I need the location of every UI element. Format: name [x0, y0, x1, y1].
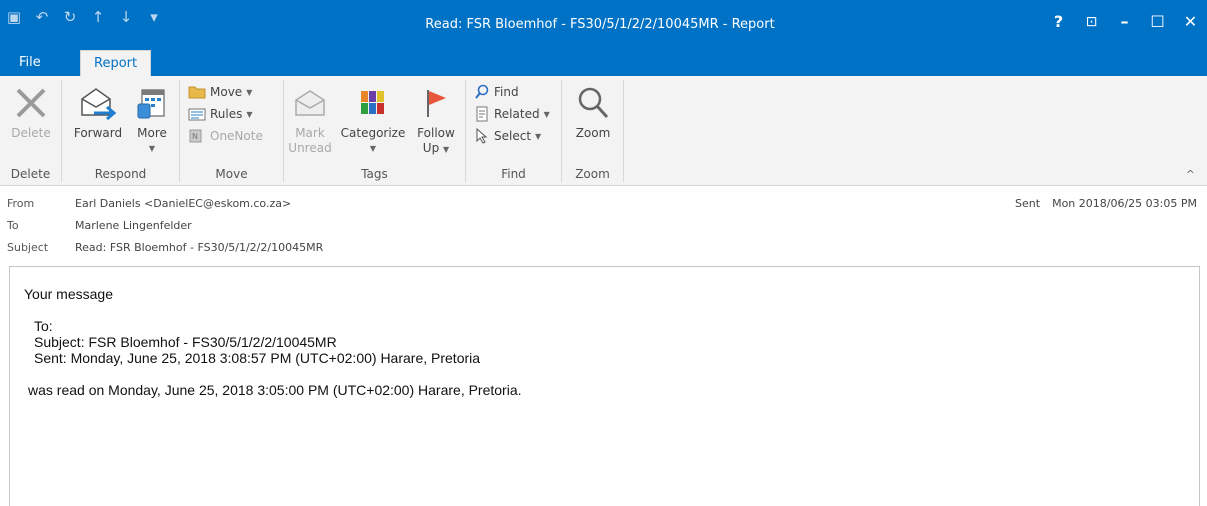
tab-file[interactable]: File [6, 50, 54, 77]
move-button[interactable]: Move ▼ [188, 82, 252, 102]
undo-icon[interactable]: ↶ [34, 9, 50, 25]
close-button[interactable]: ✕ [1174, 4, 1207, 40]
message-header: From Earl Daniels <DanielEC@eskom.co.za>… [0, 187, 1207, 263]
sent-value: Mon 2018/06/25 03:05 PM [1052, 197, 1197, 210]
find-button[interactable]: Find [474, 82, 519, 102]
rules-button[interactable]: Rules ▼ [188, 104, 253, 124]
group-label-zoom: Zoom [575, 167, 610, 181]
categorize-button[interactable]: Categorize ▼ [336, 80, 410, 156]
categorize-icon [336, 80, 410, 126]
group-label-move: Move [215, 167, 248, 181]
maximize-button[interactable]: ☐ [1141, 4, 1174, 40]
ribbon-tabs: File Report [0, 50, 1207, 77]
customize-icon[interactable]: ▾ [146, 9, 162, 25]
up-icon[interactable]: ↑ [90, 9, 106, 25]
more-respond-button[interactable]: More ▼ [130, 80, 174, 156]
save-icon[interactable]: ▣ [6, 9, 22, 25]
minimize-button[interactable]: – [1108, 4, 1141, 40]
group-label-delete: Delete [10, 167, 51, 181]
window-controls: ? ⊡ – ☐ ✕ [1042, 4, 1207, 40]
zoom-group: Zoom Zoom [562, 80, 624, 182]
more-respond-icon [130, 80, 174, 126]
onenote-icon: N [189, 129, 202, 143]
move-group: Move ▼ Rules ▼ N OneNote Move [180, 80, 284, 182]
delete-x-icon [4, 80, 58, 126]
group-label-respond: Respond [94, 167, 147, 181]
mark-unread-icon [288, 80, 332, 126]
onenote-button[interactable]: N OneNote [188, 126, 263, 146]
svg-text:N: N [192, 132, 198, 141]
quick-access-toolbar: ▣ ↶ ↻ ↑ ↓ ▾ [6, 9, 162, 25]
group-label-find: Find [501, 167, 526, 181]
related-button[interactable]: Related ▼ [474, 104, 550, 124]
rules-icon [188, 108, 206, 121]
cursor-icon [476, 128, 488, 144]
body-intro: Your message [24, 286, 113, 302]
to-label: To [7, 219, 19, 232]
forward-icon [70, 80, 126, 126]
subject-row: Subject Read: FSR Bloemhof - FS30/5/1/2/… [7, 241, 323, 254]
sent-row: Sent Mon 2018/06/25 03:05 PM [1015, 197, 1197, 210]
body-sent: Sent: Monday, June 25, 2018 3:08:57 PM (… [34, 350, 481, 366]
subject-label: Subject [7, 241, 49, 254]
move-folder-icon [188, 86, 206, 99]
from-row: From Earl Daniels <DanielEC@eskom.co.za> [7, 197, 291, 210]
forward-button[interactable]: Forward [70, 80, 126, 141]
related-document-icon [476, 106, 488, 122]
zoom-button[interactable]: Zoom [568, 80, 618, 141]
select-button[interactable]: Select ▼ [474, 126, 541, 146]
respond-group: Forward More ▼ Respond [62, 80, 180, 182]
follow-up-button[interactable]: Follow Up ▼ [412, 80, 460, 157]
ribbon-options-button[interactable]: ⊡ [1075, 4, 1108, 40]
group-label-tags: Tags [361, 167, 388, 181]
more-dropdown-caret: ▼ [148, 144, 156, 153]
redo-icon[interactable]: ↻ [62, 9, 78, 25]
subject-value: Read: FSR Bloemhof - FS30/5/1/2/2/10045M… [75, 241, 324, 254]
to-row: To Marlene Lingenfelder [7, 219, 192, 232]
body-subject: Subject: FSR Bloemhof - FS30/5/1/2/2/100… [34, 334, 337, 350]
collapse-ribbon-icon[interactable]: ^ [1186, 168, 1195, 181]
sent-label: Sent [1015, 197, 1041, 210]
window-title: Read: FSR Bloemhof - FS30/5/1/2/2/10045M… [425, 17, 775, 32]
search-icon [475, 84, 489, 99]
mark-unread-button[interactable]: Mark Unread [288, 80, 332, 156]
body-read-line: was read on Monday, June 25, 2018 3:05:0… [28, 382, 522, 398]
from-value[interactable]: Earl Daniels <DanielEC@eskom.co.za> [75, 197, 291, 210]
body-to: To: [34, 318, 53, 334]
to-value[interactable]: Marlene Lingenfelder [75, 219, 192, 232]
message-body[interactable]: Your message To: Subject: FSR Bloemhof -… [9, 266, 1200, 506]
magnifier-icon [568, 80, 618, 126]
down-icon[interactable]: ↓ [118, 9, 134, 25]
title-bar: ▣ ↶ ↻ ↑ ↓ ▾ Read: FSR Bloemhof - FS30/5/… [0, 0, 1207, 50]
flag-icon [412, 80, 460, 126]
tab-report[interactable]: Report [80, 50, 152, 77]
from-label: From [7, 197, 35, 210]
delete-button[interactable]: Delete [4, 80, 58, 141]
help-button[interactable]: ? [1042, 4, 1075, 40]
find-group: Find Related ▼ Select ▼ Find [466, 80, 562, 182]
delete-group: Delete Delete [0, 80, 62, 182]
tags-group: Mark Unread Categorize ▼ Follow Up ▼ Tag… [284, 80, 466, 182]
ribbon: Delete Delete Forward More ▼ Respond Mov… [0, 76, 1207, 186]
